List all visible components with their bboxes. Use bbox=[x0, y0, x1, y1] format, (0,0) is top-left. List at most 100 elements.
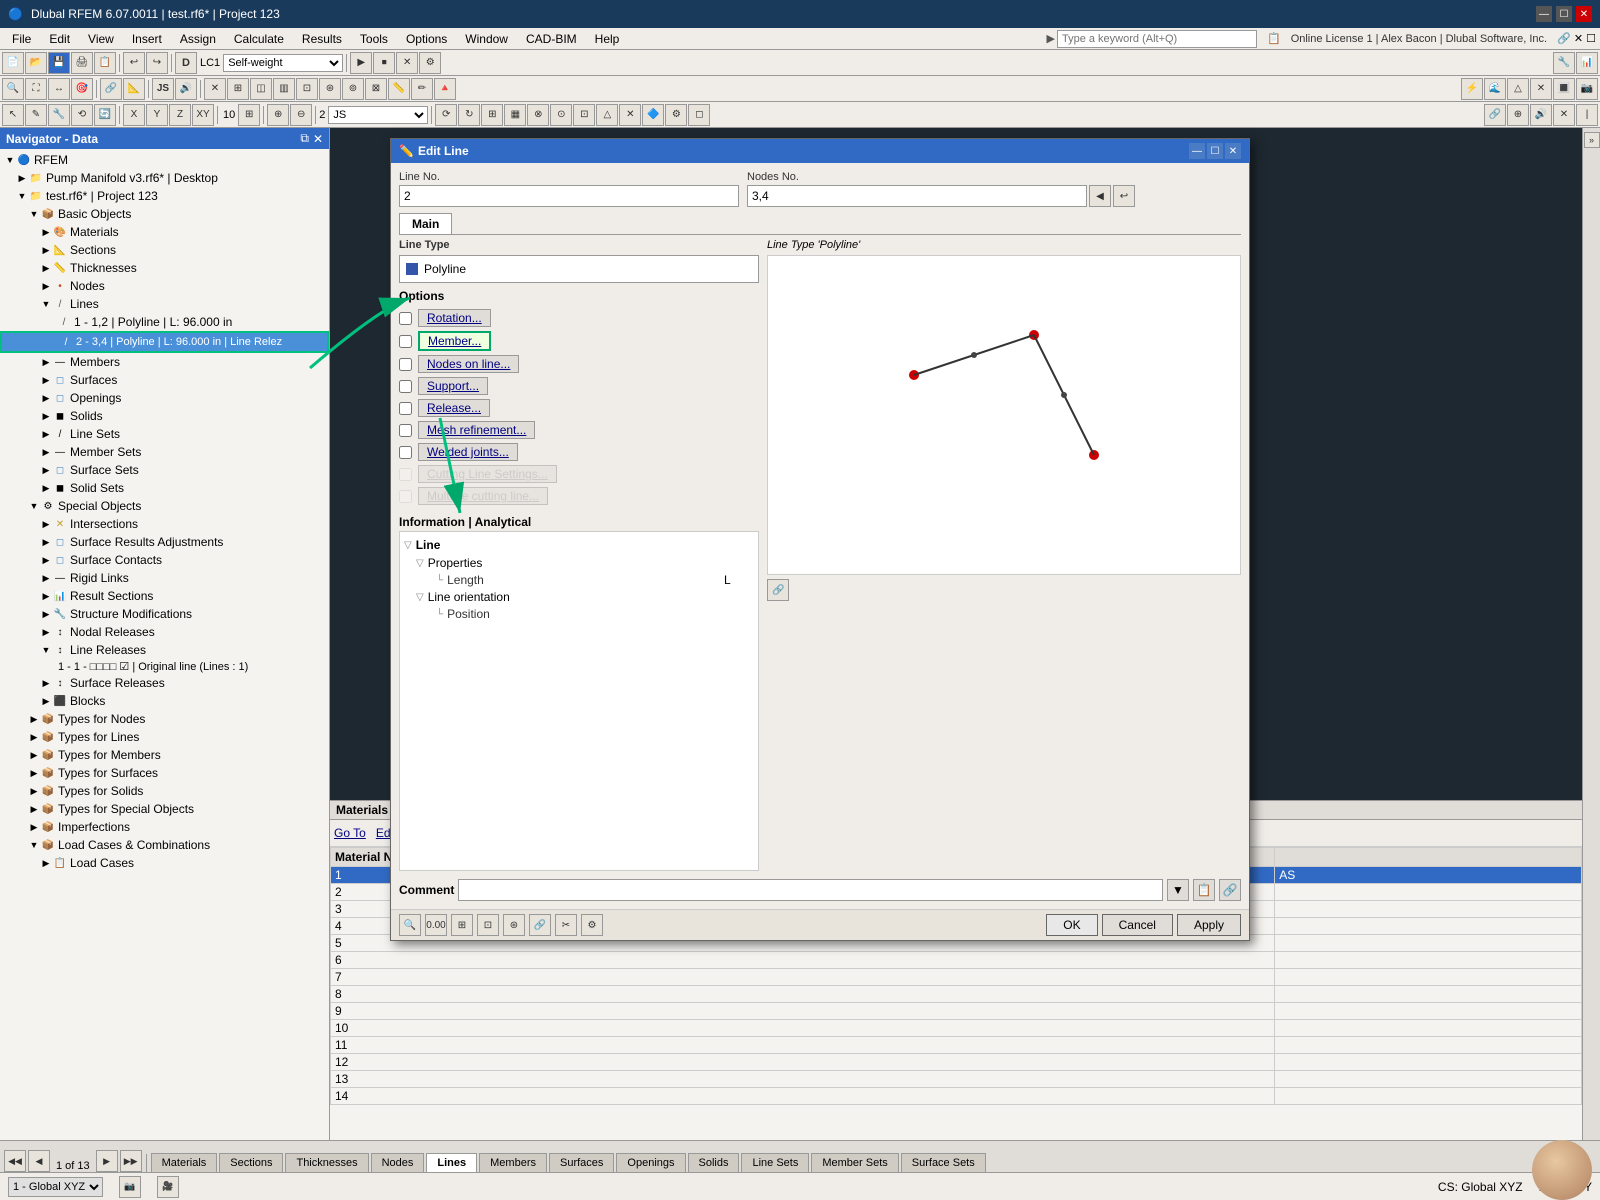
menu-insert[interactable]: Insert bbox=[124, 30, 170, 48]
tb2-btn11[interactable]: ▥ bbox=[273, 78, 295, 100]
tb2-btn16[interactable]: 📏 bbox=[388, 78, 410, 100]
tree-project-pump[interactable]: ▶ 📁 Pump Manifold v3.rf6* | Desktop bbox=[0, 169, 329, 187]
typessurfaces-expand[interactable]: ▶ bbox=[28, 767, 40, 779]
new-button[interactable]: 📄 bbox=[2, 52, 24, 74]
tree-membersets[interactable]: ▶ — Member Sets bbox=[0, 443, 329, 461]
rotation-btn[interactable]: Rotation... bbox=[418, 309, 491, 327]
sections-expand[interactable]: ▶ bbox=[40, 244, 52, 256]
nav-prev-btn[interactable]: ◀ bbox=[28, 1150, 50, 1172]
tab-members[interactable]: Members bbox=[479, 1153, 547, 1172]
tree-rigid-links[interactable]: ▶ — Rigid Links bbox=[0, 569, 329, 587]
tb3-btn7[interactable]: ↻ bbox=[458, 104, 480, 126]
tb3-btn3[interactable]: 🔧 bbox=[48, 104, 70, 126]
rigidlinks-expand[interactable]: ▶ bbox=[40, 572, 52, 584]
tools-btn2[interactable]: ⚙ bbox=[419, 52, 441, 74]
keyword-search-input[interactable] bbox=[1057, 30, 1257, 48]
welded-btn[interactable]: Welded joints... bbox=[418, 443, 518, 461]
play-button[interactable]: ▶ bbox=[350, 52, 372, 74]
tab-materials[interactable]: Materials bbox=[151, 1153, 218, 1172]
right-panel-toggle[interactable]: » bbox=[1584, 132, 1600, 148]
minimize-button[interactable]: — bbox=[1536, 6, 1552, 22]
blocks-expand[interactable]: ▶ bbox=[40, 695, 52, 707]
mat-row[interactable]: 12 bbox=[331, 1054, 1582, 1071]
release-btn[interactable]: Release... bbox=[418, 399, 490, 417]
tb3-far1[interactable]: 🔗 bbox=[1484, 104, 1506, 126]
tree-struct-mods[interactable]: ▶ 🔧 Structure Modifications bbox=[0, 605, 329, 623]
solidsets-expand[interactable]: ▶ bbox=[40, 482, 52, 494]
redo-button[interactable]: ↪ bbox=[146, 52, 168, 74]
lines-expand[interactable]: ▼ bbox=[40, 298, 52, 310]
dlg-tb-zero-btn[interactable]: 0.00 bbox=[425, 914, 447, 936]
tb3-far3[interactable]: 🔊 bbox=[1530, 104, 1552, 126]
menu-options[interactable]: Options bbox=[398, 30, 455, 48]
dlg-tb-config-btn[interactable]: ⚙ bbox=[581, 914, 603, 936]
nodesonline-btn[interactable]: Nodes on line... bbox=[418, 355, 519, 373]
close-button[interactable]: ✕ bbox=[1576, 6, 1592, 22]
cancel-button[interactable]: Cancel bbox=[1102, 914, 1173, 936]
pump-expand-icon[interactable]: ▶ bbox=[16, 172, 28, 184]
openings-expand[interactable]: ▶ bbox=[40, 392, 52, 404]
tab-surfacesets[interactable]: Surface Sets bbox=[901, 1153, 986, 1172]
tb3-far5[interactable]: | bbox=[1576, 104, 1598, 126]
status-btn2[interactable]: 🎥 bbox=[157, 1176, 179, 1198]
line-no-input[interactable] bbox=[399, 185, 739, 207]
tree-types-special[interactable]: ▶ 📦 Types for Special Objects bbox=[0, 800, 329, 818]
tb3-snap[interactable]: ⊕ bbox=[267, 104, 289, 126]
linereleases-expand[interactable]: ▼ bbox=[40, 644, 52, 656]
tree-materials[interactable]: ▶ 🎨 Materials bbox=[0, 223, 329, 241]
nav-close-btn[interactable]: ✕ bbox=[313, 131, 323, 146]
tree-surf-contacts[interactable]: ▶ ◻ Surface Contacts bbox=[0, 551, 329, 569]
tree-thicknesses[interactable]: ▶ 📏 Thicknesses bbox=[0, 259, 329, 277]
tb3-axis-y[interactable]: Y bbox=[146, 104, 168, 126]
tree-types-nodes[interactable]: ▶ 📦 Types for Nodes bbox=[0, 710, 329, 728]
loadcases-sub-expand[interactable]: ▶ bbox=[40, 857, 52, 869]
tb2-btn8[interactable]: ✕ bbox=[204, 78, 226, 100]
typeslines-expand[interactable]: ▶ bbox=[28, 731, 40, 743]
dlg-tb-link-btn[interactable]: 🔗 bbox=[529, 914, 551, 936]
tb3-btn11[interactable]: ⊙ bbox=[550, 104, 572, 126]
surfresults-expand[interactable]: ▶ bbox=[40, 536, 52, 548]
tree-types-lines[interactable]: ▶ 📦 Types for Lines bbox=[0, 728, 329, 746]
dialog-maximize-btn[interactable]: ☐ bbox=[1207, 143, 1223, 159]
meshref-checkbox[interactable] bbox=[399, 424, 412, 437]
members-expand[interactable]: ▶ bbox=[40, 356, 52, 368]
tb2-btn13[interactable]: ⊛ bbox=[319, 78, 341, 100]
comment-action-btn[interactable]: 🔗 bbox=[1219, 879, 1241, 901]
comment-copy-btn[interactable]: 📋 bbox=[1193, 879, 1215, 901]
surfacesets-expand[interactable]: ▶ bbox=[40, 464, 52, 476]
nav-restore-btn[interactable]: ⧉ bbox=[300, 131, 309, 146]
structmods-expand[interactable]: ▶ bbox=[40, 608, 52, 620]
member-checkbox[interactable] bbox=[399, 335, 412, 348]
tree-rfem-root[interactable]: ▼ 🔵 RFEM bbox=[0, 151, 329, 169]
typessolids-expand[interactable]: ▶ bbox=[28, 785, 40, 797]
info-line-header[interactable]: ▽ Line bbox=[404, 536, 754, 554]
dlg-tb-prev-btn[interactable]: ⊛ bbox=[503, 914, 525, 936]
tb2-js[interactable]: JS bbox=[152, 78, 174, 100]
tb2-btn9[interactable]: ⊞ bbox=[227, 78, 249, 100]
dlg-tb-select-btn[interactable]: ⊡ bbox=[477, 914, 499, 936]
mat-row[interactable]: 7 bbox=[331, 969, 1582, 986]
tb3-btn10[interactable]: ⊗ bbox=[527, 104, 549, 126]
imperfections-expand[interactable]: ▶ bbox=[28, 821, 40, 833]
window-controls[interactable]: — ☐ ✕ bbox=[1536, 6, 1592, 22]
tb2-right4[interactable]: ✕ bbox=[1530, 78, 1552, 100]
tb3-btn5[interactable]: 🔄 bbox=[94, 104, 116, 126]
preview-action-btn[interactable]: 🔗 bbox=[767, 579, 789, 601]
tb3-axis-z[interactable]: Z bbox=[169, 104, 191, 126]
tree-special-objects[interactable]: ▼ ⚙ Special Objects bbox=[0, 497, 329, 515]
tb3-far4[interactable]: ✕ bbox=[1553, 104, 1575, 126]
thick-expand[interactable]: ▶ bbox=[40, 262, 52, 274]
nodes-no-input[interactable] bbox=[747, 185, 1087, 207]
tree-types-members[interactable]: ▶ 📦 Types for Members bbox=[0, 746, 329, 764]
tb3-btn13[interactable]: △ bbox=[596, 104, 618, 126]
nodes-next-btn[interactable]: ↩ bbox=[1113, 185, 1135, 207]
surfcontacts-expand[interactable]: ▶ bbox=[40, 554, 52, 566]
tree-sections[interactable]: ▶ 📐 Sections bbox=[0, 241, 329, 259]
materials-expand[interactable]: ▶ bbox=[40, 226, 52, 238]
tree-basic-objects[interactable]: ▼ 📦 Basic Objects bbox=[0, 205, 329, 223]
menu-file[interactable]: File bbox=[4, 30, 39, 48]
tb2-btn18[interactable]: 🔺 bbox=[434, 78, 456, 100]
mat-row[interactable]: 6 bbox=[331, 952, 1582, 969]
tb3-select[interactable]: JS bbox=[328, 106, 428, 124]
tab-solids[interactable]: Solids bbox=[688, 1153, 740, 1172]
